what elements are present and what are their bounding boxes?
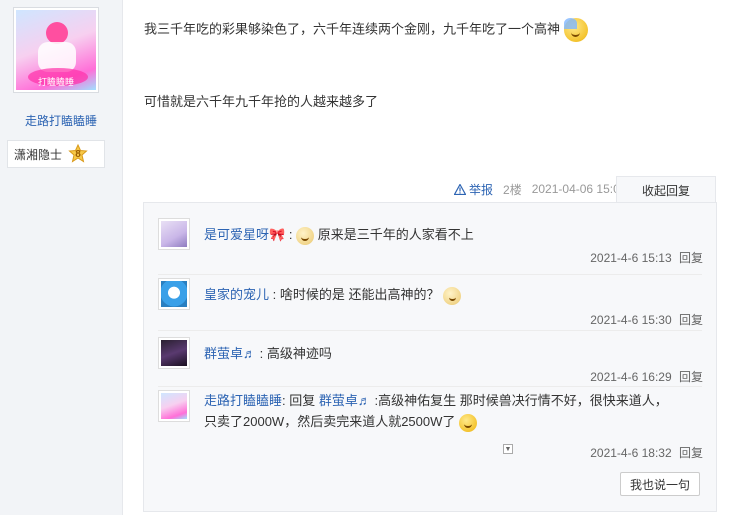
divider — [158, 330, 702, 331]
list-item: 是可爱星呀🎀 : 原来是三千年的人家看不上 2021-4-6 15:13 回复 — [158, 218, 703, 270]
report-link[interactable]: 举报 — [454, 181, 493, 198]
reply-text: 啥时候的是 还能出高神的？ — [279, 287, 440, 302]
reply-line-1: 走路打瞌瞌睡: 回复 群萤卓♬ :高级神佑复生 那时候兽决行情不好，很快来道人， — [204, 393, 668, 408]
author-title: 潇湘隐士 — [14, 147, 63, 162]
author-avatar[interactable]: 打瞌瞌睡 — [13, 7, 99, 93]
reply-username[interactable]: 皇家的宠儿 — [204, 287, 269, 302]
author-sidebar: 打瞌瞌睡 走路打瞌瞌睡 潇湘隐士 8 — [0, 0, 123, 515]
reply-content: 群萤卓♬ : 高级神迹吗 — [204, 346, 332, 361]
list-item: 走路打瞌瞌睡: 回复 群萤卓♬ :高级神佑复生 那时候兽决行情不好，很快来道人，… — [158, 390, 703, 470]
level-number: 8 — [75, 148, 81, 160]
post-paragraph-2: 可惜就是六千年九千年抢的人越来越多了 — [144, 94, 379, 109]
sweat-emoji-icon — [563, 18, 588, 42]
reply-text-line-1: :高级神佑复生 那时候兽决行情不好，很快来道人， — [370, 393, 668, 408]
avatar[interactable] — [158, 390, 190, 422]
reply-link[interactable]: 回复 — [679, 370, 703, 384]
reply-link[interactable]: 回复 — [679, 251, 703, 265]
say-something-button[interactable]: 我也说一句 — [620, 472, 700, 496]
avatar[interactable] — [158, 278, 190, 310]
smile-emoji-icon — [296, 226, 315, 245]
level-badge: 8 — [68, 144, 88, 164]
avatar[interactable] — [158, 218, 190, 250]
reply-time: 2021-4-6 16:29 — [590, 370, 672, 384]
reply-username[interactable]: 是可爱星呀🎀 — [204, 227, 285, 242]
reply-meta: 2021-4-6 18:32 回复 — [590, 444, 703, 461]
reply-text-line-2: 只卖了2000W，然后卖完来道人就2500W了 — [204, 414, 456, 429]
reply-time: 2021-4-6 15:30 — [590, 313, 672, 327]
reply-username[interactable]: 群萤卓♬ — [204, 346, 256, 361]
reply-username[interactable]: 走路打瞌瞌睡 — [204, 393, 282, 408]
reply-content: 是可爱星呀🎀 : 原来是三千年的人家看不上 — [204, 224, 704, 245]
report-label: 举报 — [469, 182, 494, 197]
post-main: 我三千年吃的彩果够染色了，六千年连续两个金刚，九千年吃了一个高神 可惜就是六千年… — [123, 0, 740, 515]
list-item: 群萤卓♬ : 高级神迹吗 2021-4-6 16:29 回复 — [158, 337, 703, 389]
reply-time: 2021-4-6 18:32 — [590, 446, 672, 460]
reply-meta: 2021-4-6 16:29 回复 — [590, 368, 703, 385]
post-paragraph-1: 我三千年吃的彩果够染色了，六千年连续两个金刚，九千年吃了一个高神 — [144, 18, 588, 42]
reply-link[interactable]: 回复 — [679, 446, 703, 460]
reply-link[interactable]: 回复 — [679, 313, 703, 327]
author-avatar-image: 打瞌瞌睡 — [16, 10, 96, 90]
post-paragraph-1-text: 我三千年吃的彩果够染色了，六千年连续两个金刚，九千年吃了一个高神 — [144, 21, 561, 37]
reply-line-2: 只卖了2000W，然后卖完来道人就2500W了 — [204, 411, 704, 432]
post-time: 2021-04-06 15:01 — [531, 182, 627, 196]
avatar-caption: 打瞌瞌睡 — [37, 77, 74, 87]
reply-text: 原来是三千年的人家看不上 — [317, 227, 474, 242]
author-level-box[interactable]: 潇湘隐士 8 — [7, 140, 105, 168]
list-item: 皇家的宠儿 : 啥时候的是 还能出高神的？ 2021-4-6 15:30 回复 — [158, 278, 703, 330]
reply-meta: 2021-4-6 15:30 回复 — [590, 311, 703, 328]
reply-content: 走路打瞌瞌睡: 回复 群萤卓♬ :高级神佑复生 那时候兽决行情不好，很快来道人，… — [204, 390, 704, 432]
avatar[interactable] — [158, 337, 190, 369]
reply-list: 是可爱星呀🎀 : 原来是三千年的人家看不上 2021-4-6 15:13 回复 … — [143, 202, 717, 512]
divider — [158, 386, 702, 387]
floor-number: 2楼 — [503, 182, 522, 197]
reply-prefix: 回复 — [289, 393, 316, 408]
reply-text: 高级神迹吗 — [266, 346, 332, 361]
divider — [158, 274, 702, 275]
reply-content: 皇家的宠儿 : 啥时候的是 还能出高神的？ — [204, 284, 704, 305]
collapse-replies-tab[interactable]: 收起回复 — [616, 176, 716, 203]
chevron-down-icon[interactable]: ▼ — [503, 444, 513, 454]
author-username[interactable]: 走路打瞌瞌睡 — [0, 112, 122, 129]
reply-to-username[interactable]: 群萤卓♬ — [319, 393, 371, 408]
laugh-emoji-icon — [459, 413, 478, 432]
warning-icon — [454, 183, 466, 195]
surprised-emoji-icon — [443, 286, 462, 305]
reply-meta: 2021-4-6 15:13 回复 — [590, 249, 703, 266]
reply-time: 2021-4-6 15:13 — [590, 251, 672, 265]
